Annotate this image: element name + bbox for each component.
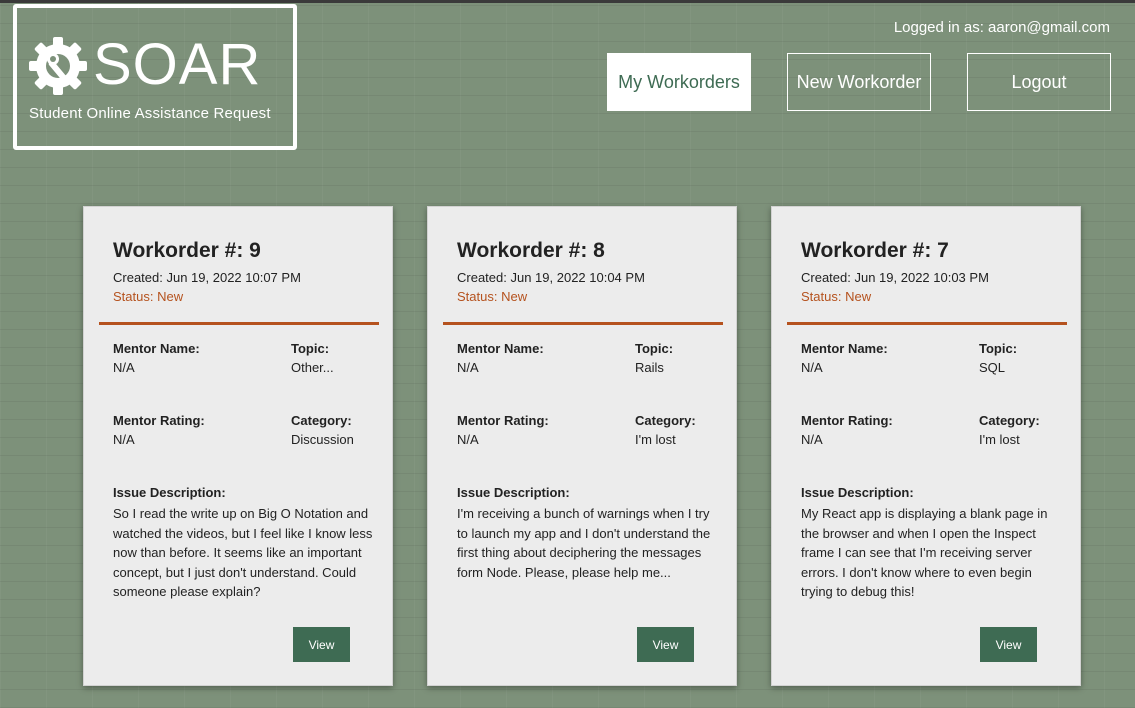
logo-title: SOAR xyxy=(93,32,262,97)
category-value: Discussion xyxy=(291,432,354,447)
mentor-name-label: Mentor Name: xyxy=(801,341,888,356)
category-value: I'm lost xyxy=(979,432,1020,447)
topic-label: Topic: xyxy=(291,341,330,356)
view-button[interactable]: View xyxy=(637,627,694,662)
issue-description-text: My React app is displaying a blank page … xyxy=(801,506,1048,599)
logout-button[interactable]: Logout xyxy=(967,53,1111,111)
mentor-rating-label: Mentor Rating: xyxy=(457,413,549,428)
gear-wrench-icon xyxy=(29,37,87,95)
topic-value: Rails xyxy=(635,360,664,375)
workorder-status: Status: New xyxy=(113,289,184,304)
workorder-status: Status: New xyxy=(801,289,872,304)
workorder-created: Created: Jun 19, 2022 10:07 PM xyxy=(113,270,301,285)
mentor-rating-label: Mentor Rating: xyxy=(113,413,205,428)
logged-in-user: Logged in as: aaron@gmail.com xyxy=(893,19,1110,36)
topic-value: SQL xyxy=(979,360,1006,375)
mentor-rating-value: N/A xyxy=(457,432,479,447)
issue-description-label: Issue Description: xyxy=(801,485,914,500)
category-label: Category: xyxy=(979,413,1040,428)
soar-logo[interactable]: SOAR Student Online Assistance Request xyxy=(13,4,297,150)
issue-description-text: So I read the write up on Big O Notation… xyxy=(113,506,373,599)
workorder-created: Created: Jun 19, 2022 10:04 PM xyxy=(457,270,645,285)
topic-label: Topic: xyxy=(635,341,674,356)
issue-description-text: I'm receiving a bunch of warnings when I… xyxy=(457,506,711,580)
card-divider xyxy=(99,322,379,325)
mentor-name-label: Mentor Name: xyxy=(113,341,200,356)
workorder-status: Status: New xyxy=(457,289,528,304)
mentor-rating-label: Mentor Rating: xyxy=(801,413,893,428)
workorder-card: Workorder #: 9 Created: Jun 19, 2022 10:… xyxy=(83,206,393,686)
workorder-card: Workorder #: 8 Created: Jun 19, 2022 10:… xyxy=(427,206,737,686)
topic-label: Topic: xyxy=(979,341,1018,356)
top-border xyxy=(0,0,1135,3)
category-value: I'm lost xyxy=(635,432,676,447)
workorder-title: Workorder #: 7 xyxy=(801,239,949,262)
mentor-rating-value: N/A xyxy=(801,432,823,447)
view-button[interactable]: View xyxy=(293,627,350,662)
my-workorders-button[interactable]: My Workorders xyxy=(607,53,751,111)
card-divider xyxy=(787,322,1067,325)
category-label: Category: xyxy=(291,413,352,428)
logo-subtitle: Student Online Assistance Request xyxy=(29,105,271,122)
category-label: Category: xyxy=(635,413,696,428)
mentor-name-value: N/A xyxy=(113,360,135,375)
workorder-title: Workorder #: 9 xyxy=(113,239,261,262)
workorder-title: Workorder #: 8 xyxy=(457,239,605,262)
mentor-name-value: N/A xyxy=(457,360,479,375)
workorder-card: Workorder #: 7 Created: Jun 19, 2022 10:… xyxy=(771,206,1081,686)
issue-description-label: Issue Description: xyxy=(457,485,570,500)
workorder-created: Created: Jun 19, 2022 10:03 PM xyxy=(801,270,989,285)
topic-value: Other... xyxy=(291,360,334,375)
issue-description-label: Issue Description: xyxy=(113,485,226,500)
view-button[interactable]: View xyxy=(980,627,1037,662)
mentor-name-label: Mentor Name: xyxy=(457,341,544,356)
card-divider xyxy=(443,322,723,325)
mentor-rating-value: N/A xyxy=(113,432,135,447)
new-workorder-button[interactable]: New Workorder xyxy=(787,53,931,111)
mentor-name-value: N/A xyxy=(801,360,823,375)
